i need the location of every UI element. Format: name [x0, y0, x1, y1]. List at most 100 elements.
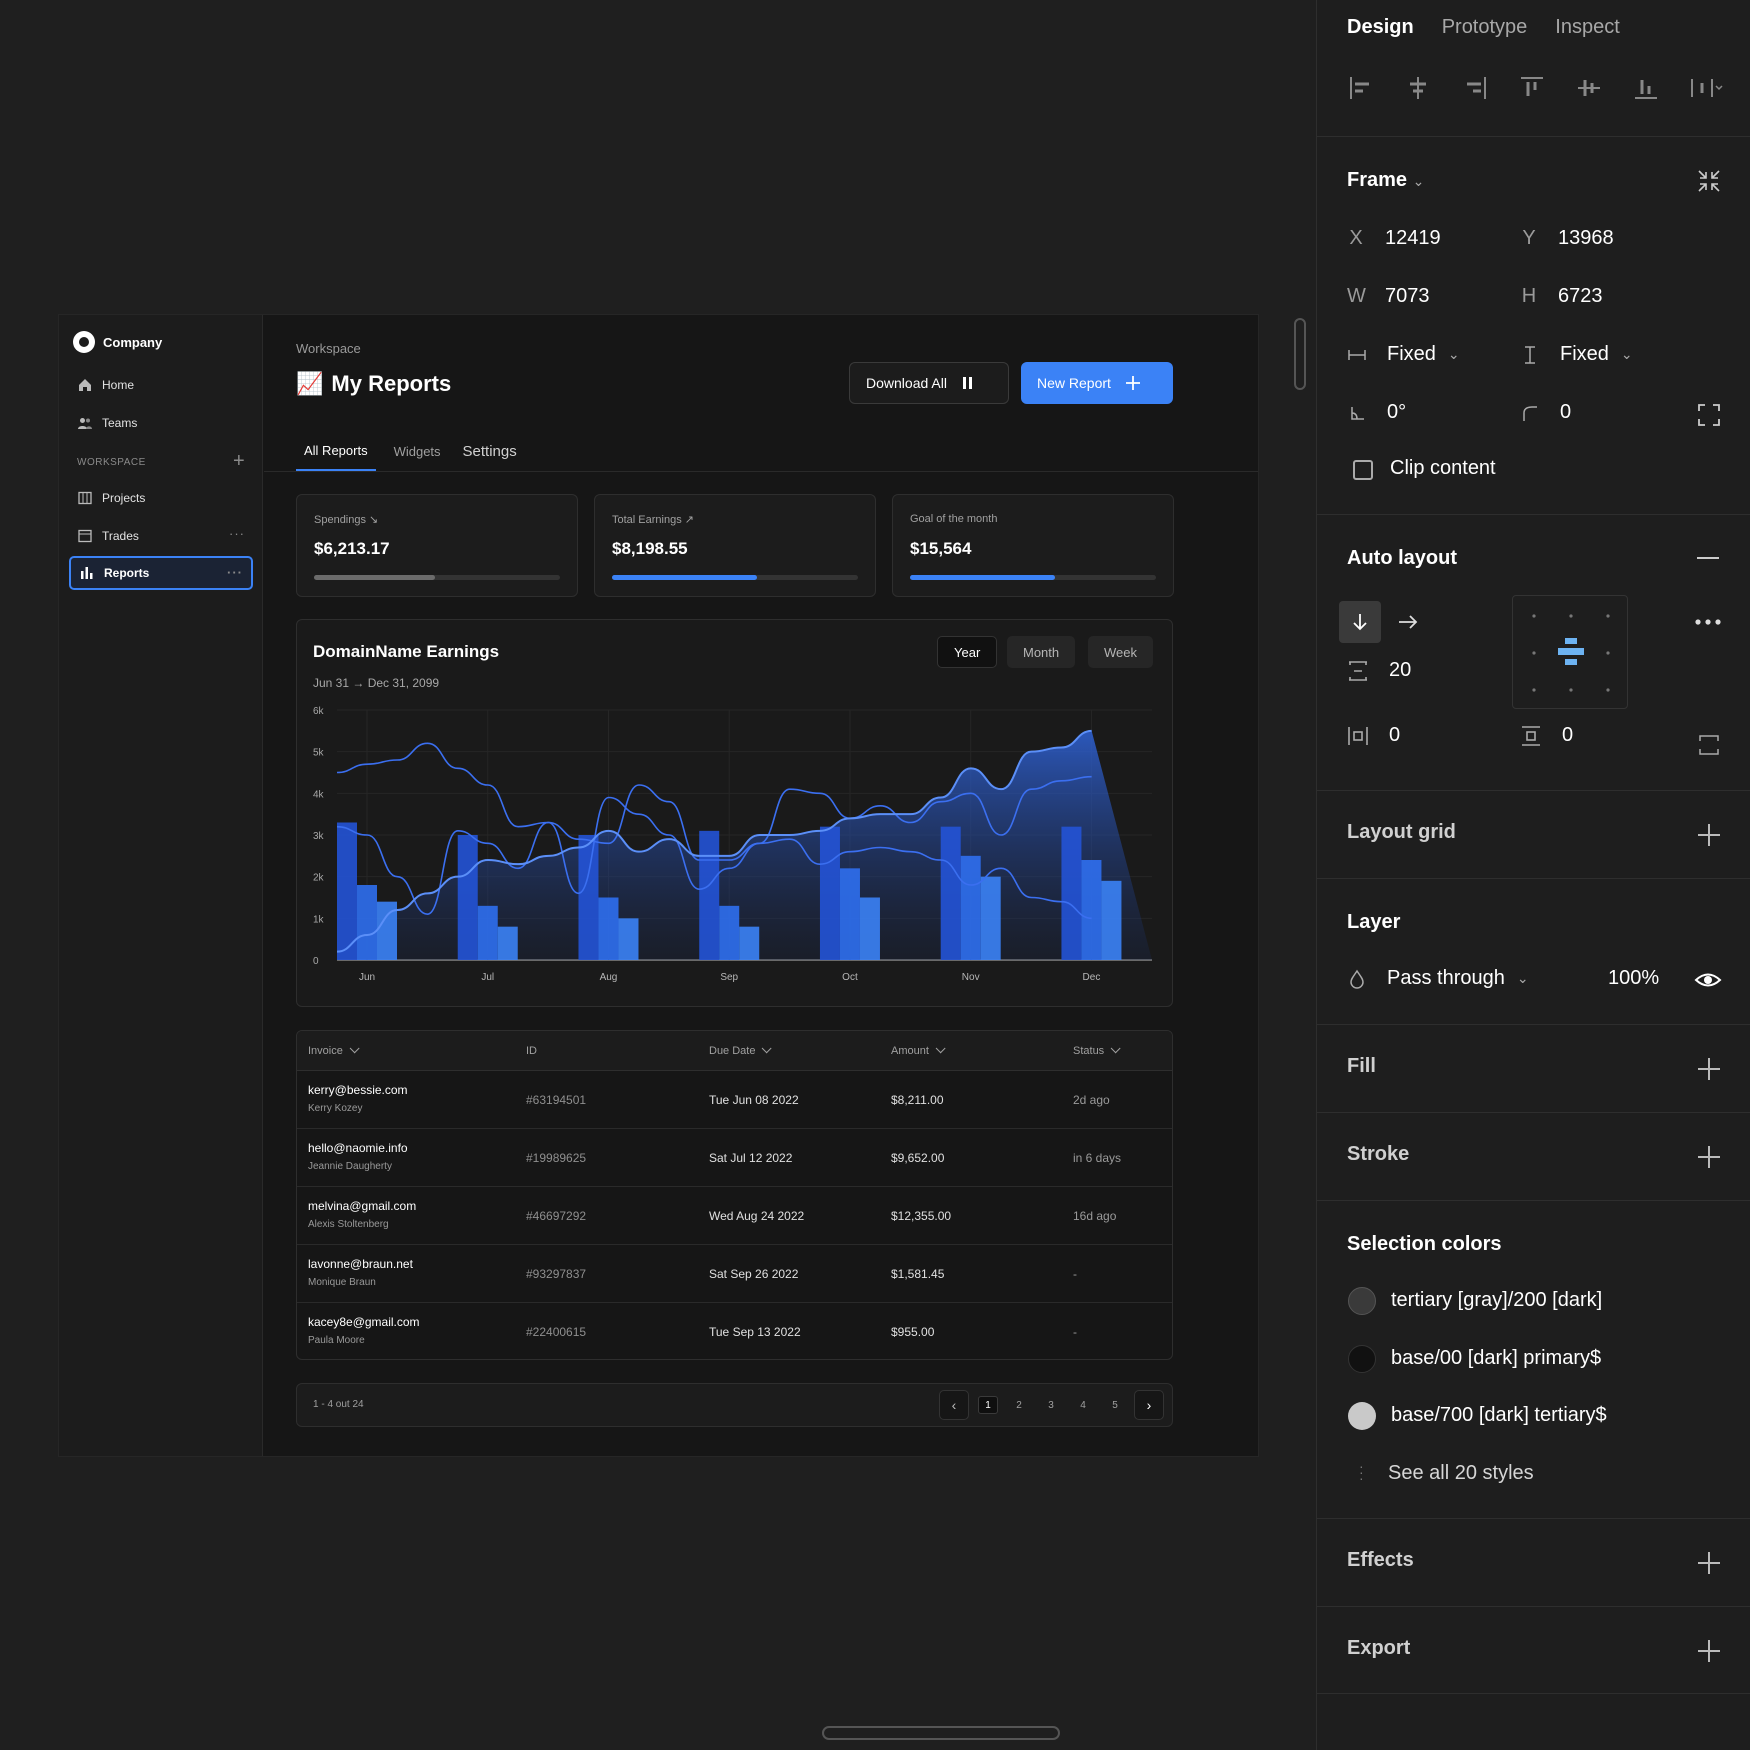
- alignment-grid[interactable]: [1512, 595, 1628, 709]
- download-all-button[interactable]: Download All: [849, 362, 1009, 404]
- align-top-icon[interactable]: [1518, 74, 1546, 102]
- collapse-frame-icon[interactable]: [1695, 167, 1723, 195]
- more-options-icon[interactable]: [1693, 607, 1723, 637]
- stat-card-total-earnings[interactable]: Total Earnings ↗ $8,198.55: [594, 494, 876, 597]
- y-tick-label: 1k: [313, 914, 325, 925]
- tab-all-reports[interactable]: All Reports: [296, 431, 376, 471]
- column-header-amount[interactable]: Amount: [891, 1042, 946, 1057]
- page-button-1[interactable]: 1: [978, 1396, 998, 1414]
- page-title-text: My Reports: [331, 371, 452, 396]
- page-title: 📈 My Reports: [296, 371, 451, 397]
- opacity-field[interactable]: 100%: [1608, 967, 1659, 990]
- frame-title[interactable]: Frame ⌄: [1347, 169, 1424, 192]
- color-swatch[interactable]: [1348, 1287, 1376, 1315]
- arrow-right-icon[interactable]: [1397, 611, 1419, 633]
- add-layout-grid-plus-icon[interactable]: [1695, 821, 1723, 849]
- column-header-status[interactable]: Status: [1073, 1042, 1121, 1057]
- corner-radius-field[interactable]: 0: [1520, 401, 1571, 424]
- range-week-button[interactable]: Week: [1088, 636, 1153, 668]
- rotation-field[interactable]: 0°: [1347, 401, 1406, 424]
- page-button-2[interactable]: 2: [1009, 1390, 1029, 1420]
- selection-color-name[interactable]: base/700 [dark] tertiary$: [1391, 1404, 1607, 1427]
- sidebar-item-home[interactable]: Home: [69, 370, 253, 400]
- tab-inspect[interactable]: Inspect: [1555, 16, 1619, 39]
- blend-mode-select[interactable]: Pass through ⌄: [1347, 967, 1529, 990]
- invoice-amount: $12,355.00: [891, 1209, 952, 1223]
- company-logo-icon: [73, 331, 95, 353]
- clip-content-checkbox[interactable]: [1353, 460, 1373, 480]
- direction-vertical-button[interactable]: [1339, 601, 1381, 643]
- bar: [859, 897, 880, 960]
- eye-icon[interactable]: [1693, 965, 1723, 995]
- remove-auto-layout-minus-icon[interactable]: [1697, 557, 1719, 559]
- new-report-button[interactable]: New Report: [1021, 362, 1173, 404]
- table-row[interactable]: lavonne@braun.net Monique Braun #9329783…: [297, 1245, 1172, 1303]
- dashboard-frame[interactable]: Company Home Teams WORKSPACE + Projects …: [58, 314, 1259, 1457]
- page-button-5[interactable]: 5: [1105, 1390, 1125, 1420]
- sidebar-item-reports[interactable]: Reports ···: [69, 556, 253, 590]
- previous-page-button[interactable]: ‹: [939, 1390, 969, 1420]
- tab-settings[interactable]: Settings: [455, 431, 525, 471]
- table-row[interactable]: kacey8e@gmail.com Paula Moore #22400615 …: [297, 1303, 1172, 1359]
- vertical-sizing-select[interactable]: Fixed ⌄: [1520, 343, 1633, 366]
- stat-card-value: $15,564: [910, 539, 972, 558]
- invoice-amount: $8,211.00: [891, 1093, 944, 1107]
- design-canvas[interactable]: Company Home Teams WORKSPACE + Projects …: [0, 0, 1316, 1750]
- range-month-button[interactable]: Month: [1007, 636, 1076, 668]
- more-options-icon[interactable]: ···: [229, 526, 245, 541]
- add-stroke-plus-icon[interactable]: [1695, 1143, 1723, 1171]
- next-page-button[interactable]: ›: [1134, 1390, 1164, 1420]
- sidebar-item-teams[interactable]: Teams: [69, 408, 253, 438]
- page-button-3[interactable]: 3: [1041, 1390, 1061, 1420]
- distribute-dropdown-icon[interactable]: [1689, 74, 1725, 102]
- range-year-button[interactable]: Year: [937, 636, 998, 668]
- rotation-value: 0°: [1387, 401, 1407, 423]
- independent-padding-icon[interactable]: [1697, 733, 1721, 757]
- align-bottom-icon[interactable]: [1632, 74, 1660, 102]
- color-swatch[interactable]: [1348, 1345, 1376, 1373]
- table-row[interactable]: kerry@bessie.com Kerry Kozey #63194501 T…: [297, 1071, 1172, 1129]
- height-field[interactable]: H 6723: [1520, 285, 1603, 308]
- more-options-icon[interactable]: ···: [227, 565, 243, 580]
- horizontal-scrollbar[interactable]: [822, 1726, 1060, 1740]
- tab-prototype[interactable]: Prototype: [1442, 16, 1528, 39]
- see-all-styles-link[interactable]: See all 20 styles: [1388, 1462, 1534, 1485]
- horizontal-sizing-select[interactable]: Fixed ⌄: [1347, 343, 1460, 366]
- width-field[interactable]: W 7073: [1347, 285, 1430, 308]
- page-button-4[interactable]: 4: [1073, 1390, 1093, 1420]
- column-header-invoice[interactable]: Invoice: [308, 1042, 360, 1057]
- invoice-due-date: Sat Sep 26 2022: [709, 1267, 799, 1281]
- add-fill-plus-icon[interactable]: [1695, 1055, 1723, 1083]
- sidebar-item-projects[interactable]: Projects: [69, 483, 253, 513]
- item-spacing-field[interactable]: 20: [1347, 659, 1411, 682]
- stat-card-goal[interactable]: Goal of the month $15,564: [892, 494, 1174, 597]
- bar: [1061, 826, 1082, 960]
- align-left-icon[interactable]: [1347, 74, 1375, 102]
- selection-color-name[interactable]: tertiary [gray]/200 [dark]: [1391, 1289, 1602, 1312]
- horizontal-padding-field[interactable]: 0: [1347, 724, 1400, 747]
- selection-color-name[interactable]: base/00 [dark] primary$: [1391, 1347, 1601, 1370]
- align-horizontal-center-icon[interactable]: [1404, 74, 1432, 102]
- vertical-scrollbar[interactable]: [1294, 318, 1306, 390]
- add-export-plus-icon[interactable]: [1695, 1637, 1723, 1665]
- sidebar-item-trades[interactable]: Trades ···: [69, 521, 253, 551]
- column-header-due-date[interactable]: Due Date: [709, 1042, 773, 1057]
- color-swatch[interactable]: [1348, 1402, 1376, 1430]
- invoice-due-date: Wed Aug 24 2022: [709, 1209, 805, 1223]
- y-field[interactable]: Y 13968: [1520, 227, 1613, 250]
- corner-radius-icon: [1523, 405, 1537, 421]
- align-vertical-center-icon[interactable]: [1575, 74, 1603, 102]
- table-row[interactable]: hello@naomie.info Jeannie Daugherty #199…: [297, 1129, 1172, 1187]
- table-row[interactable]: melvina@gmail.com Alexis Stoltenberg #46…: [297, 1187, 1172, 1245]
- x-field[interactable]: X 12419: [1347, 227, 1440, 250]
- breadcrumb[interactable]: Workspace: [296, 341, 361, 356]
- tab-widgets[interactable]: Widgets: [386, 431, 449, 471]
- add-effect-plus-icon[interactable]: [1695, 1549, 1723, 1577]
- align-right-icon[interactable]: [1461, 74, 1489, 102]
- tab-design[interactable]: Design: [1347, 16, 1414, 39]
- independent-corners-icon[interactable]: [1695, 401, 1723, 429]
- brand[interactable]: Company: [73, 331, 162, 353]
- vertical-padding-field[interactable]: 0: [1520, 724, 1573, 747]
- stat-card-spendings[interactable]: Spendings ↘ $6,213.17: [296, 494, 578, 597]
- add-workspace-plus-icon[interactable]: +: [233, 451, 245, 471]
